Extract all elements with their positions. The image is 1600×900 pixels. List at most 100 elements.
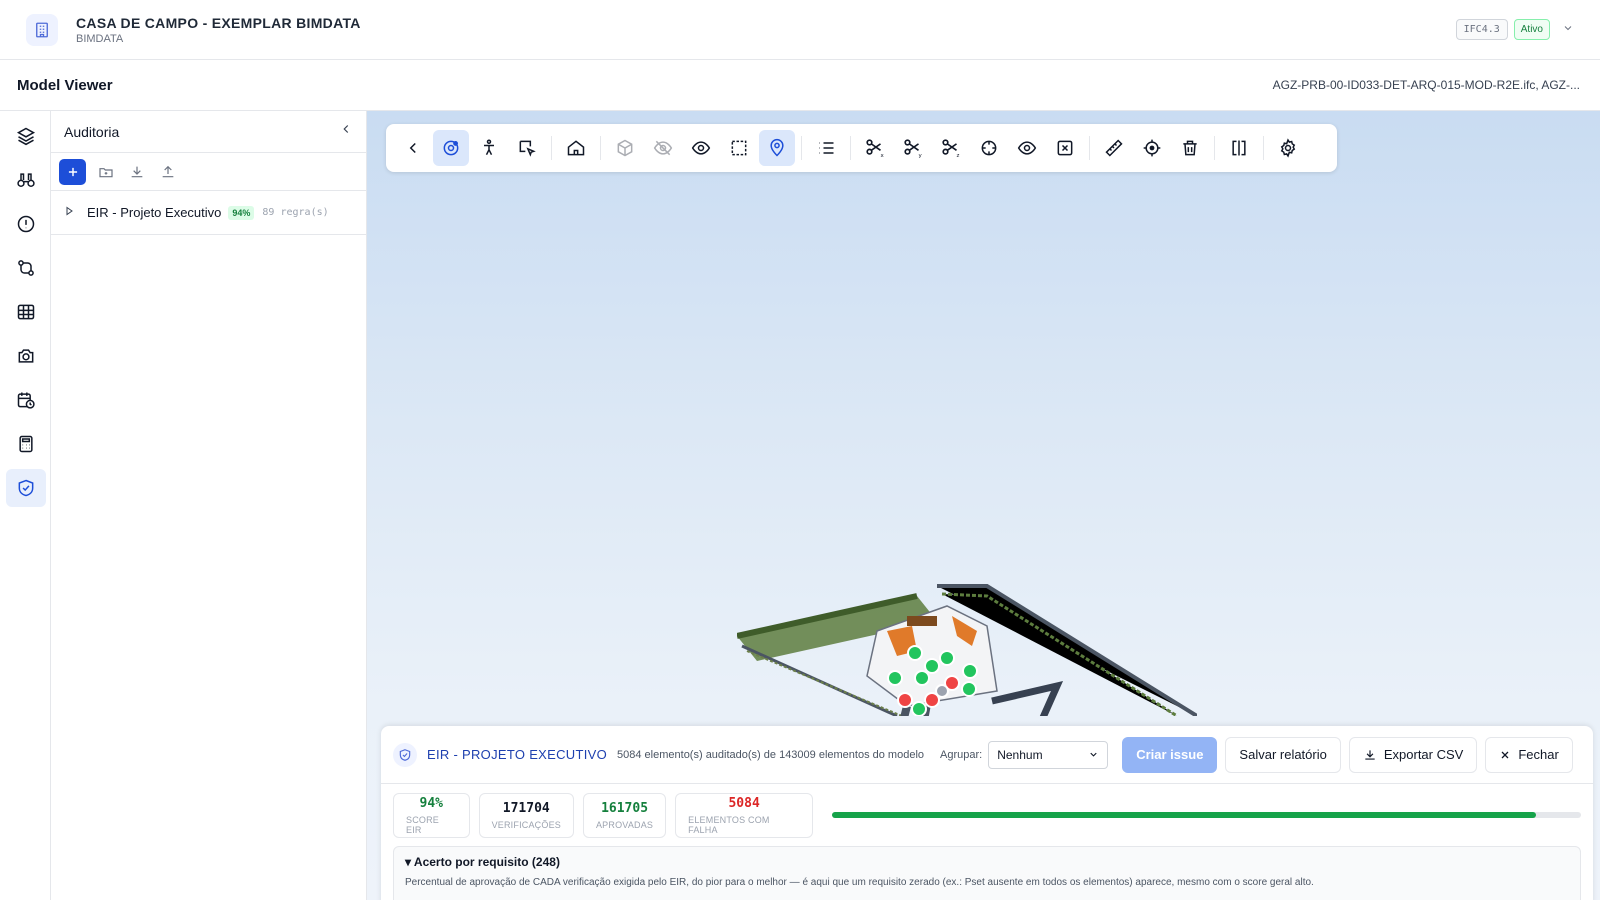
shield-icon: [393, 742, 417, 767]
left-rail: [0, 111, 51, 900]
calendar-clock-icon[interactable]: [6, 381, 46, 419]
building-model[interactable]: [737, 486, 1197, 716]
eye-section-icon[interactable]: [1009, 130, 1045, 166]
section-z-icon[interactable]: z: [933, 130, 969, 166]
caret-right-icon[interactable]: [63, 204, 75, 222]
section-y-icon[interactable]: y: [895, 130, 931, 166]
separator: [1263, 136, 1264, 160]
stat-card-approved: 161705 APROVADAS: [582, 792, 667, 838]
eye-off-icon[interactable]: [645, 130, 681, 166]
separator: [600, 136, 601, 160]
ifc-version-badge: IFC4.3: [1455, 19, 1508, 40]
stat-label: SCORE EIR: [406, 814, 440, 835]
model-files[interactable]: AGZ-PRB-00-ID033-DET-ARQ-015-MOD-R2E.ifc…: [1273, 78, 1580, 92]
close-button[interactable]: Fechar: [1485, 736, 1573, 773]
home-icon[interactable]: [558, 130, 594, 166]
svg-text:x: x: [881, 153, 885, 159]
separator: [801, 136, 802, 160]
page-title: Model Viewer: [17, 76, 113, 94]
save-report-label: Salvar relatório: [1239, 747, 1327, 762]
split-view-icon[interactable]: [1221, 130, 1257, 166]
separator: [850, 136, 851, 160]
score-progress-fill: [832, 812, 1537, 818]
table-icon[interactable]: [6, 293, 46, 331]
back-icon[interactable]: [395, 130, 431, 166]
cube-icon[interactable]: [607, 130, 643, 166]
calculator-icon[interactable]: [6, 425, 46, 463]
panel-toolbar: [51, 153, 366, 191]
sub-header: Model Viewer AGZ-PRB-00-ID033-DET-ARQ-01…: [0, 60, 1600, 111]
close-box-icon[interactable]: [1047, 130, 1083, 166]
stat-label: ELEMENTOS COM FALHA: [688, 814, 770, 835]
marquee-select-icon[interactable]: [721, 130, 757, 166]
stat-label: VERIFICAÇÕES: [491, 819, 561, 830]
model-viewer-canvas[interactable]: x y z EIR - PROJETO EXECUTIVO 5084 eleme…: [367, 111, 1600, 900]
layers-icon[interactable]: [6, 117, 46, 155]
stat-card-score: 94% SCORE EIR: [393, 792, 470, 838]
score-badge: 94%: [228, 205, 255, 220]
chevron-left-icon[interactable]: [339, 122, 353, 141]
alert-circle-icon[interactable]: [6, 205, 46, 243]
new-folder-icon[interactable]: [95, 161, 117, 183]
status-badge: Ativo: [1513, 19, 1550, 40]
viewer-toolbar: x y z: [386, 124, 1337, 172]
stat-value: 94%: [419, 795, 444, 811]
list-icon[interactable]: [808, 130, 844, 166]
separator: [1214, 136, 1215, 160]
audit-title: EIR - PROJETO EXECUTIVO: [427, 747, 608, 762]
tree-item[interactable]: EIR - Projeto Executivo 94% 89 regra(s): [51, 191, 366, 235]
upload-icon[interactable]: [157, 161, 179, 183]
tree-item-label: EIR - Projeto Executivo: [87, 205, 222, 220]
section-x-icon[interactable]: x: [857, 130, 893, 166]
chevron-down-icon[interactable]: [1562, 21, 1574, 39]
audit-panel: Auditoria EIR - Projeto Executivo 94% 89…: [51, 111, 367, 900]
panel-header: Auditoria: [51, 111, 366, 153]
audit-results-panel: EIR - PROJETO EXECUTIVO 5084 elemento(s)…: [381, 726, 1593, 900]
walk-icon[interactable]: [471, 130, 507, 166]
stats-row: 94% SCORE EIR 171704 VERIFICAÇÕES 161705…: [381, 784, 1593, 846]
score-progress-bar: [832, 812, 1581, 818]
group-select[interactable]: Nenhum: [988, 740, 1109, 769]
panel-title: Auditoria: [64, 123, 120, 140]
orbit-icon[interactable]: [433, 130, 469, 166]
camera-icon[interactable]: [6, 337, 46, 375]
project-subtitle: BIMDATA: [76, 32, 124, 45]
stat-label: APROVADAS: [595, 819, 654, 830]
audit-header: EIR - PROJETO EXECUTIVO 5084 elemento(s)…: [381, 726, 1593, 784]
gear-icon[interactable]: [1270, 130, 1306, 166]
audit-description: 5084 elemento(s) auditado(s) de 143009 e…: [617, 748, 925, 761]
download-icon: [1365, 749, 1375, 760]
binoculars-icon[interactable]: [6, 161, 46, 199]
map-pin-icon[interactable]: [759, 130, 795, 166]
stat-card-checks: 171704 VERIFICAÇÕES: [478, 792, 574, 838]
save-report-button[interactable]: Salvar relatório: [1225, 736, 1341, 773]
stat-value: 5084: [728, 795, 760, 811]
crosshair-icon[interactable]: [971, 130, 1007, 166]
target-icon[interactable]: [1134, 130, 1170, 166]
add-button[interactable]: [59, 158, 86, 185]
group-select-value: Nenhum: [997, 747, 1043, 762]
stat-card-failed: 5084 ELEMENTOS COM FALHA: [675, 792, 814, 838]
rule-count: 89 regra(s): [262, 207, 329, 218]
app-header: CASA DE CAMPO - EXEMPLAR BIMDATA BIMDATA…: [0, 0, 1600, 60]
svg-text:z: z: [957, 153, 960, 159]
project-title: CASA DE CAMPO - EXEMPLAR BIMDATA: [76, 14, 361, 31]
shield-check-icon[interactable]: [6, 469, 46, 507]
svg-text:y: y: [919, 153, 923, 159]
separator: [551, 136, 552, 160]
export-csv-button[interactable]: Exportar CSV: [1348, 736, 1478, 773]
building-icon: [26, 13, 58, 46]
git-compare-icon[interactable]: [6, 249, 46, 287]
requirements-title[interactable]: ▾ Acerto por requisito (248): [405, 855, 1569, 869]
requirements-section[interactable]: ▾ Acerto por requisito (248) Percentual …: [393, 846, 1581, 900]
eye-icon[interactable]: [683, 130, 719, 166]
requirements-description: Percentual de aprovação de CADA verifica…: [405, 877, 1314, 888]
separator: [1089, 136, 1090, 160]
trash-icon[interactable]: [1172, 130, 1208, 166]
select-box-icon[interactable]: [509, 130, 545, 166]
group-label: Agrupar:: [940, 748, 983, 761]
download-icon[interactable]: [126, 161, 148, 183]
create-issue-button[interactable]: Criar issue: [1122, 736, 1218, 773]
close-label: Fechar: [1518, 747, 1559, 762]
ruler-icon[interactable]: [1096, 130, 1132, 166]
